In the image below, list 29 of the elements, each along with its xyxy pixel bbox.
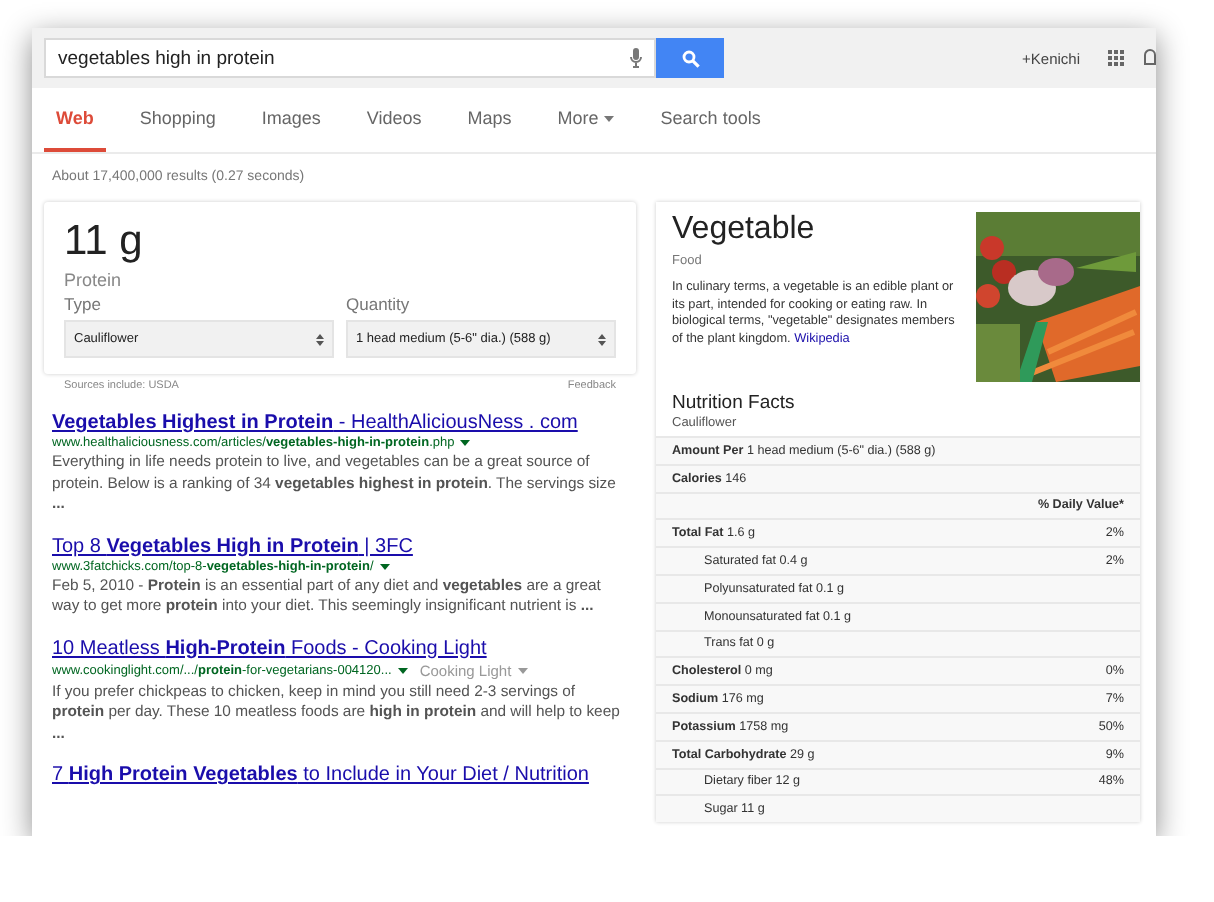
result-title-link[interactable]: Vegetables Highest in Protein - HealthAliciousNess . com xyxy=(52,412,636,434)
panel-title: Vegetable xyxy=(672,212,817,248)
bell-icon[interactable] xyxy=(1144,48,1156,68)
caret-icon[interactable] xyxy=(397,667,408,673)
caret-icon[interactable] xyxy=(460,440,471,446)
microphone-icon[interactable] xyxy=(630,48,642,68)
search-tab[interactable]: Search tools xyxy=(648,88,773,152)
search-tab[interactable]: Videos xyxy=(354,88,434,152)
more-menu[interactable]: More xyxy=(545,88,627,152)
result-title-link[interactable]: 7 High Protein Vegetables to Include in Your Diet / Nutrition xyxy=(52,764,636,786)
nutrition-title: Nutrition Facts xyxy=(672,392,797,414)
apps-grid-icon[interactable] xyxy=(1108,50,1124,66)
search-button[interactable] xyxy=(656,38,724,78)
result-title-link[interactable]: 10 Meatless High-Protein Foods - Cooking Light xyxy=(52,637,636,659)
caret-icon[interactable] xyxy=(379,563,390,569)
quantity-label: Quantity xyxy=(346,294,412,314)
search-tab[interactable]: Web xyxy=(44,88,106,152)
updown-icon xyxy=(316,333,324,345)
search-icon xyxy=(681,49,699,67)
updown-icon xyxy=(598,333,606,345)
nutrient-amount: 11 g xyxy=(64,218,145,266)
search-tab[interactable]: Images xyxy=(249,88,333,152)
result-title-link[interactable]: Top 8 Vegetables High in Protein | 3FC xyxy=(52,535,636,557)
search-tab[interactable]: Maps xyxy=(455,88,524,152)
nutrient-name: Protein xyxy=(64,270,124,290)
search-field[interactable]: vegetables high in protein xyxy=(44,38,656,78)
search-tab[interactable]: Shopping xyxy=(127,88,228,152)
type-label: Type xyxy=(64,294,103,314)
caret-icon[interactable] xyxy=(604,115,615,121)
